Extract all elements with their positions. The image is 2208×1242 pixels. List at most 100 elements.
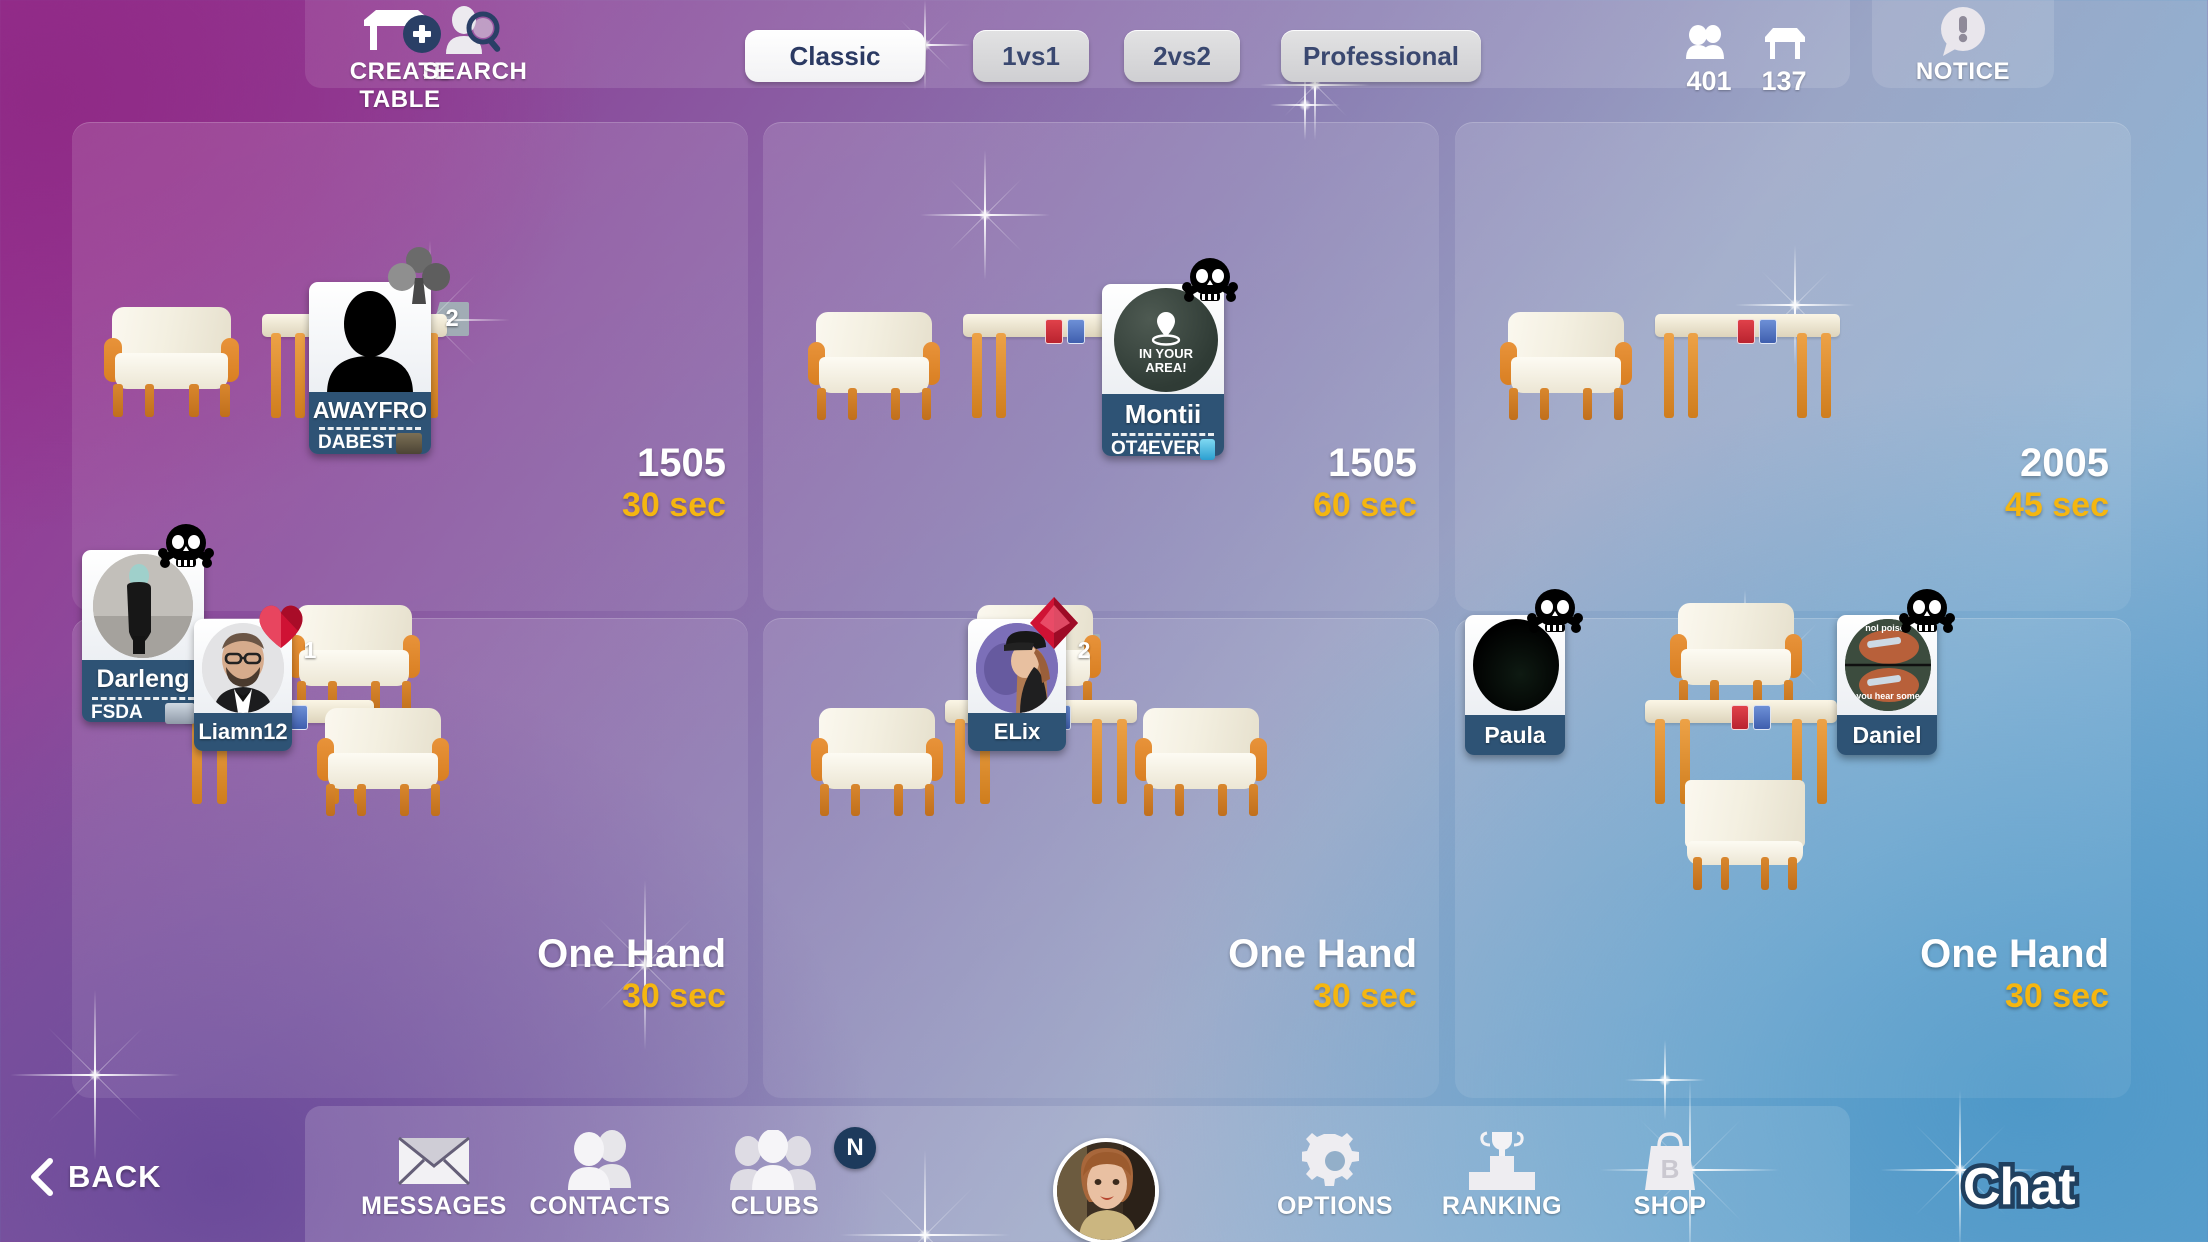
players-count: 401 [1686, 66, 1732, 96]
club-suit-icon [385, 244, 453, 311]
table-card[interactable]: Paula nol poison you hear some Daniel On… [1455, 589, 2131, 1098]
player-badge[interactable]: AWAYFRO DABEST 2 [309, 247, 469, 454]
table-timer: 30 sec [1313, 977, 1417, 1015]
svg-text:you hear some: you hear some [1856, 691, 1920, 701]
table-mode: 1505 [637, 441, 726, 485]
filter-pill-classic-label: Classic [789, 40, 881, 71]
table-card[interactable]: xxKingxx 2005 45 sec [1455, 122, 2131, 611]
chat-button[interactable]: Chat [1959, 1154, 2081, 1221]
table-timer: 30 sec [622, 486, 726, 524]
table-mode: One Hand [537, 932, 726, 976]
player-badge[interactable]: Darleng FSDA [82, 524, 214, 724]
seat-number-label: 1 [303, 637, 317, 663]
skull-icon [1523, 587, 1587, 639]
table-meta: 1505 30 sec [622, 442, 726, 524]
table-card[interactable]: IN YOUR AREA! Montii OT4EVER 1505 60 sec [763, 122, 1439, 611]
filter-pill-professional-label: Professional [1302, 40, 1460, 71]
seat-number: 1 [294, 634, 326, 666]
club-emblem [1199, 438, 1215, 460]
filter-pill-2vs2-label: 2vs2 [1153, 40, 1211, 71]
chair [104, 307, 239, 417]
tables-counter: 137 [1744, 25, 1824, 97]
seat-number: 2 [1068, 634, 1100, 666]
table-mode: 1505 [1328, 441, 1417, 485]
table-mode: One Hand [1920, 932, 2109, 976]
chair [1685, 780, 1805, 890]
player-name: ELix [993, 719, 1041, 744]
chair [1500, 312, 1632, 420]
player-club: DABEST [318, 432, 397, 453]
filter-pill-classic[interactable]: Classic [745, 30, 925, 82]
notice-icon [1872, 6, 2054, 58]
back-label: BACK [68, 1159, 162, 1194]
seat-number: 2 [435, 302, 469, 336]
table-timer: 45 sec [2005, 486, 2109, 524]
player-name: Daniel [1852, 722, 1922, 748]
filter-pill-2vs2[interactable]: 2vs2 [1124, 30, 1240, 82]
player-badge[interactable]: Paula [1465, 589, 1583, 755]
club-emblem [165, 702, 195, 724]
filter-pill-1vs1-label: 1vs1 [1002, 40, 1060, 71]
svg-text:B: B [1661, 1154, 1680, 1184]
player-badge[interactable]: nol poison you hear some Daniel [1837, 589, 1955, 755]
card-red [1731, 705, 1749, 730]
search-label: SEARCH [422, 58, 528, 85]
table-meta: One Hand 30 sec [1920, 933, 2109, 1015]
seat-number-label: 2 [445, 305, 459, 332]
chair [1670, 603, 1802, 713]
table-timer: 30 sec [622, 977, 726, 1015]
nav-label-clubs: CLUBS [730, 1192, 820, 1220]
table-meta: One Hand 30 sec [1228, 933, 1417, 1015]
filter-pill-professional[interactable]: Professional [1281, 30, 1481, 82]
table-meta: 2005 45 sec [2005, 442, 2109, 524]
player-club: FSDA [91, 702, 143, 723]
chair [811, 708, 943, 816]
player-name: Montii [1124, 399, 1202, 429]
game-table [1655, 314, 1840, 418]
nav-item-shop[interactable]: B SHOP [1540, 1128, 1800, 1221]
club-emblem [396, 432, 422, 454]
table-card[interactable]: Darleng FSDA Liamn12 1 One Hand 30 sec [72, 524, 748, 1098]
card-red [1045, 319, 1063, 344]
player-badge[interactable]: ELix 2 [968, 597, 1100, 751]
skull-icon [154, 522, 218, 574]
card-blue [1759, 319, 1777, 344]
player-name: Liamn12 [198, 719, 288, 744]
player-name: Paula [1484, 722, 1546, 748]
table-mode: 2005 [2020, 441, 2109, 485]
svg-text:AREA!: AREA! [1145, 360, 1186, 375]
card-blue [1753, 705, 1771, 730]
clubs-badge-label: N [846, 1134, 864, 1161]
seat-number-label: 2 [1077, 637, 1091, 663]
chat-label: Chat [1959, 1154, 2081, 1221]
table-meta: 1505 60 sec [1313, 442, 1417, 524]
profile-avatar[interactable] [1053, 1138, 1159, 1242]
player-plate: Paula [1465, 715, 1565, 755]
notice-label: NOTICE [1915, 58, 2011, 85]
player-badge[interactable]: Liamn12 1 [194, 605, 326, 751]
table-mode: One Hand [1228, 932, 1417, 976]
chevron-left-icon [31, 1158, 53, 1196]
filter-pill-1vs1[interactable]: 1vs1 [973, 30, 1089, 82]
nav-item-clubs[interactable]: N CLUBS [645, 1127, 905, 1221]
search-button[interactable]: SEARCH [385, 6, 565, 86]
player-plate: AWAYFRO DABEST [309, 392, 431, 454]
players-icon [1686, 25, 1724, 59]
table-timer: 60 sec [1313, 486, 1417, 524]
player-name: Darleng [96, 665, 190, 693]
player-club: OT4EVER [1111, 438, 1200, 459]
player-badge[interactable]: IN YOUR AREA! Montii OT4EVER [1102, 258, 1238, 460]
search-icon [385, 6, 565, 58]
table-card[interactable]: ELix 2 One Hand 30 sec [763, 597, 1439, 1098]
player-name: AWAYFRO [312, 397, 428, 423]
skull-icon [1178, 256, 1242, 308]
back-button[interactable]: BACK [28, 1157, 162, 1197]
svg-text:IN YOUR: IN YOUR [1139, 346, 1194, 361]
chair [808, 312, 940, 420]
table-timer: 30 sec [2005, 977, 2109, 1015]
card-red [1737, 319, 1755, 344]
clubs-new-badge: N [834, 1127, 876, 1169]
card-blue [290, 705, 308, 730]
shopping-bag-icon: B [1540, 1128, 1800, 1192]
player-plate: Daniel [1837, 715, 1937, 755]
